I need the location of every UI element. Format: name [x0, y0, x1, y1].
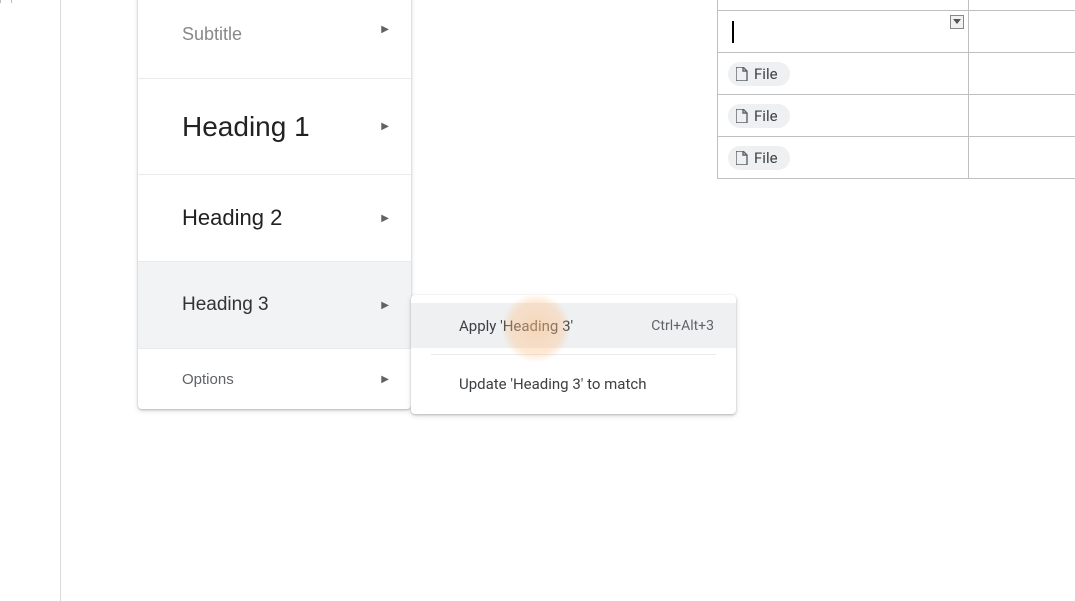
table-cell-editing[interactable]	[718, 11, 969, 53]
file-icon	[736, 151, 748, 165]
table-row: File	[718, 95, 1075, 137]
menu-separator	[431, 354, 716, 355]
table-row	[718, 11, 1075, 53]
paragraph-styles-menu: Subtitle ▶ Heading 1 ▶ Heading 2 ▶ Headi…	[138, 0, 411, 409]
chevron-down-icon	[953, 19, 961, 25]
submenu-label: Apply 'Heading 3'	[459, 317, 573, 335]
style-label: Heading 1	[182, 111, 310, 143]
style-label: Subtitle	[182, 24, 242, 45]
style-label: Options	[182, 371, 234, 388]
file-chip[interactable]: File	[728, 104, 790, 128]
submenu-arrow-icon: ▶	[381, 24, 389, 35]
submenu-arrow-icon: ▶	[381, 213, 389, 224]
table-cell[interactable]	[969, 137, 1075, 179]
file-chip[interactable]: File	[728, 146, 790, 170]
cell-dropdown-button[interactable]	[950, 15, 964, 29]
table-cell[interactable]: File	[718, 53, 969, 95]
chip-label: File	[754, 149, 778, 167]
chip-label: File	[754, 65, 778, 83]
table-cell[interactable]	[969, 11, 1075, 53]
update-heading-3[interactable]: Update 'Heading 3' to match	[411, 361, 736, 406]
submenu-label: Update 'Heading 3' to match	[459, 375, 646, 393]
table-cell[interactable]	[718, 0, 969, 11]
style-heading-2[interactable]: Heading 2 ▶	[138, 175, 411, 262]
style-label: Heading 3	[182, 294, 269, 316]
keyboard-shortcut: Ctrl+Alt+3	[651, 318, 714, 334]
style-options[interactable]: Options ▶	[138, 349, 411, 409]
apply-heading-3[interactable]: Apply 'Heading 3' Ctrl+Alt+3	[411, 303, 736, 348]
heading-3-submenu: Apply 'Heading 3' Ctrl+Alt+3 Update 'Hea…	[411, 295, 736, 414]
text-cursor	[732, 21, 734, 43]
table-row: File	[718, 53, 1075, 95]
table-cell[interactable]: File	[718, 137, 969, 179]
table-cell[interactable]	[969, 95, 1075, 137]
file-icon	[736, 109, 748, 123]
table-row	[718, 0, 1075, 11]
style-heading-3[interactable]: Heading 3 ▶	[138, 262, 411, 349]
table-cell[interactable]	[969, 0, 1075, 11]
table-cell[interactable]	[969, 53, 1075, 95]
submenu-arrow-icon: ▶	[381, 300, 389, 311]
table-cell[interactable]: File	[718, 95, 969, 137]
style-subtitle[interactable]: Subtitle ▶	[138, 0, 411, 79]
table-row: File	[718, 137, 1075, 179]
ruler-marker	[0, 0, 12, 3]
chip-label: File	[754, 107, 778, 125]
submenu-arrow-icon: ▶	[381, 374, 389, 385]
document-table: File File	[717, 0, 1075, 179]
style-heading-1[interactable]: Heading 1 ▶	[138, 79, 411, 175]
submenu-arrow-icon: ▶	[381, 121, 389, 132]
file-chip[interactable]: File	[728, 62, 790, 86]
style-label: Heading 2	[182, 205, 282, 231]
page-left-edge	[60, 0, 61, 601]
file-icon	[736, 67, 748, 81]
